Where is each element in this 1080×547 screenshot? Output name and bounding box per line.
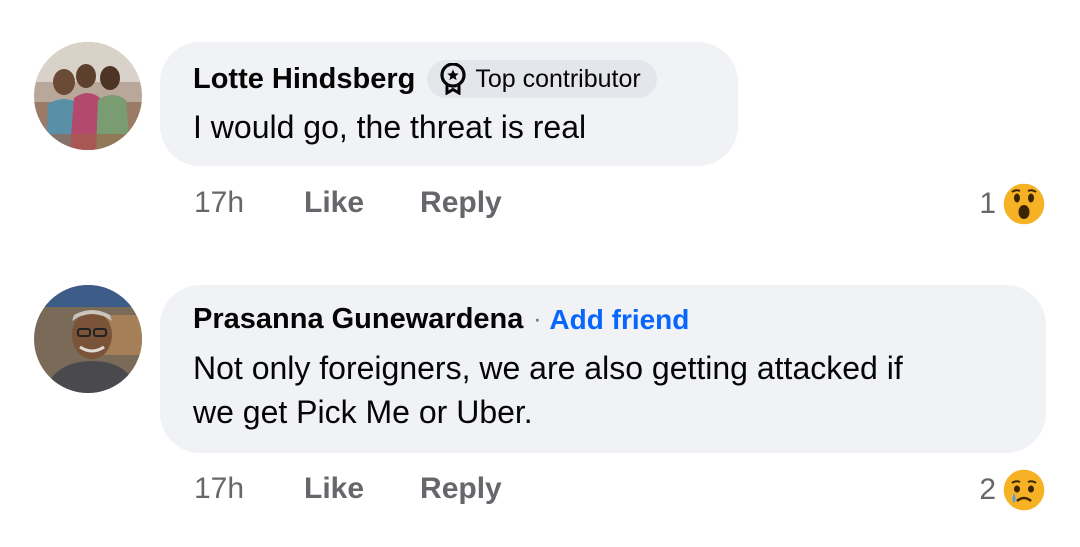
like-button[interactable]: Like bbox=[304, 472, 364, 506]
reaction-count: 2 bbox=[979, 473, 996, 506]
comment-actions: 17h Like Reply bbox=[194, 472, 558, 506]
add-friend-link[interactable]: Add friend bbox=[549, 304, 689, 336]
timestamp[interactable]: 17h bbox=[194, 472, 304, 506]
comment-author[interactable]: Prasanna Gunewardena bbox=[193, 303, 523, 336]
avatar-photo bbox=[34, 285, 142, 393]
reply-button[interactable]: Reply bbox=[420, 472, 502, 506]
separator-dot: · bbox=[533, 305, 542, 333]
comment-text-line-2: we get Pick Me or Uber. bbox=[193, 394, 533, 430]
sad-reaction-icon bbox=[1002, 468, 1046, 512]
reactions[interactable]: 2 bbox=[979, 468, 1046, 512]
comment-text-line-1: Not only foreigners, we are also getting… bbox=[193, 350, 903, 386]
avatar[interactable] bbox=[34, 285, 142, 393]
comment-2: Prasanna Gunewardena · Add friend Not on… bbox=[0, 0, 1080, 547]
comment-bubble: Prasanna Gunewardena · Add friend Not on… bbox=[160, 285, 1046, 453]
